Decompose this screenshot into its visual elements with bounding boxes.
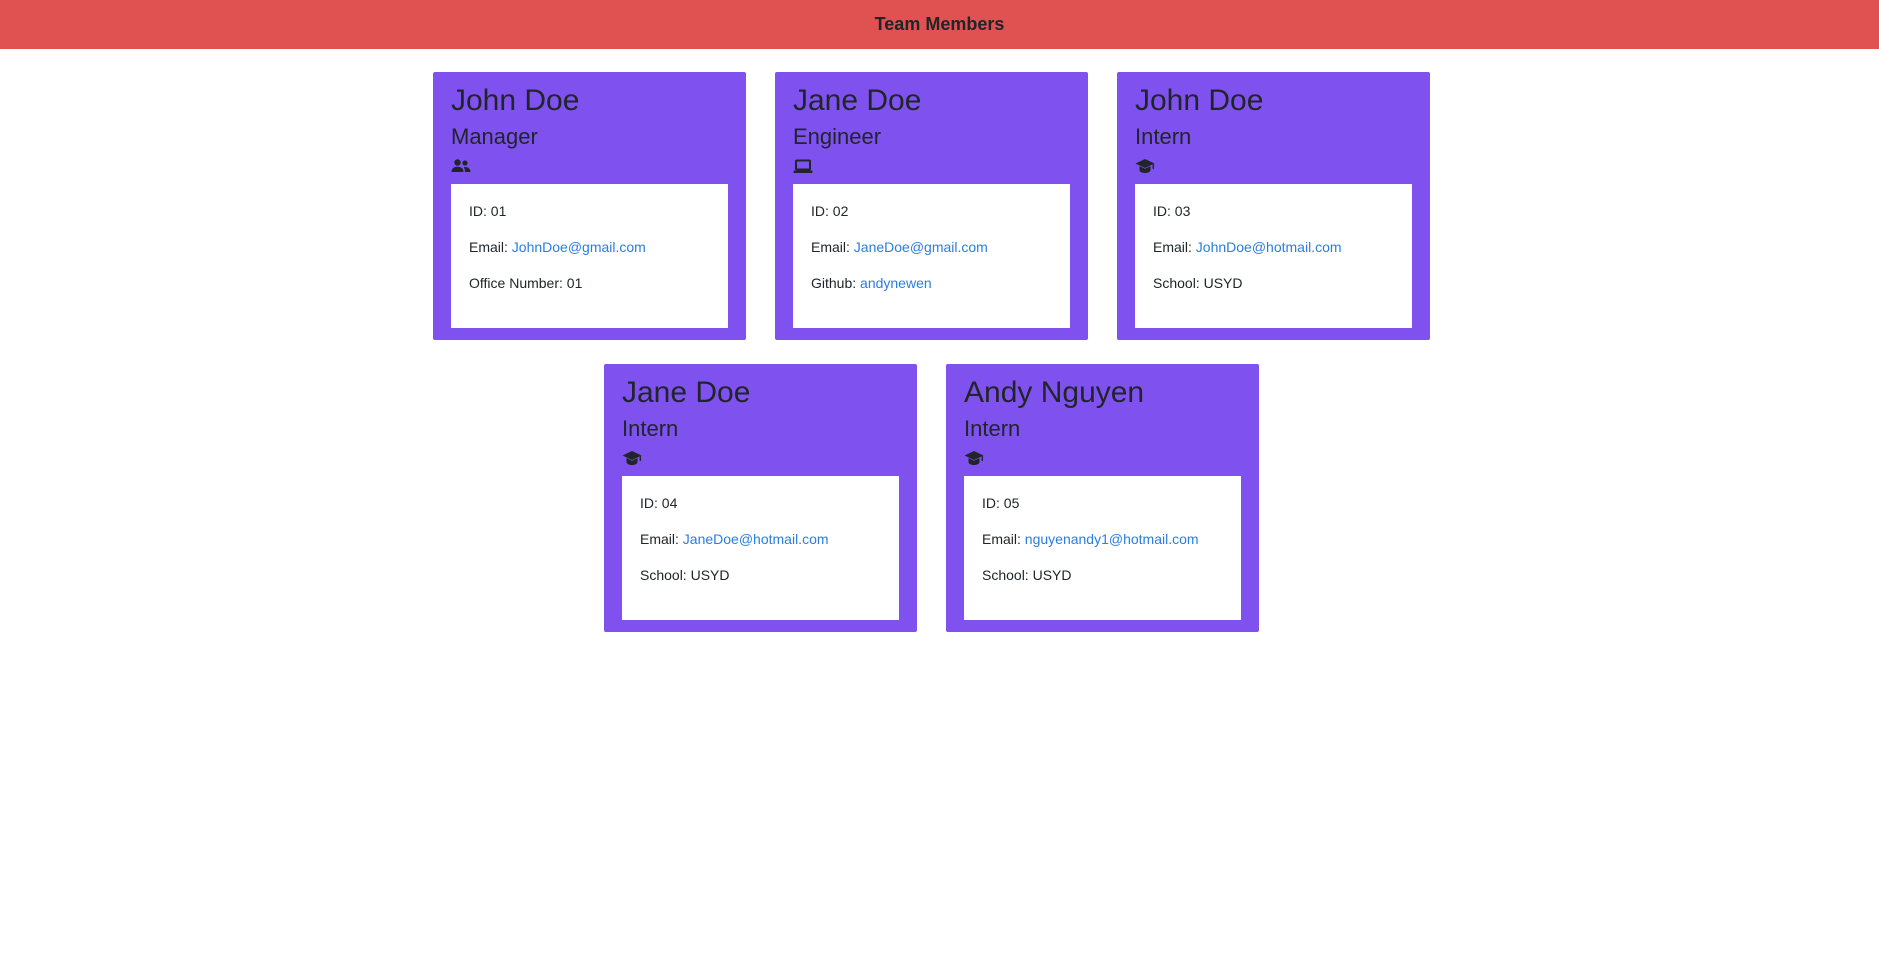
people-icon: [451, 158, 471, 176]
office-number-row: Office Number: 01: [469, 274, 710, 292]
member-card: Andy Nguyen Intern ID: 05 Email: nguyena…: [946, 364, 1259, 632]
school-row: School: USYD: [982, 566, 1223, 584]
id-label: ID:: [811, 203, 829, 219]
member-name: Jane Doe: [622, 376, 751, 409]
id-value: 01: [490, 203, 507, 219]
school-value: USYD: [690, 567, 730, 583]
member-id-row: ID: 03: [1153, 202, 1394, 220]
email-label: Email:: [640, 531, 679, 547]
member-name: John Doe: [451, 84, 580, 117]
graduation-cap-icon: [964, 450, 984, 468]
school-label: School:: [640, 567, 687, 583]
school-row: School: USYD: [640, 566, 881, 584]
member-details: ID: 04 Email: JaneDoe@hotmail.com School…: [622, 476, 899, 620]
member-email-row: Email: JaneDoe@hotmail.com: [640, 530, 881, 548]
member-role: Manager: [451, 124, 538, 149]
member-email-row: Email: nguyenandy1@hotmail.com: [982, 530, 1223, 548]
office-number-value: 01: [566, 275, 583, 291]
email-link[interactable]: JohnDoe@gmail.com: [512, 239, 646, 255]
member-email-row: Email: JaneDoe@gmail.com: [811, 238, 1052, 256]
member-name: John Doe: [1135, 84, 1264, 117]
member-role: Intern: [622, 416, 679, 441]
id-value: 05: [1003, 495, 1020, 511]
member-id-row: ID: 02: [811, 202, 1052, 220]
github-link[interactable]: andynewen: [860, 275, 932, 291]
member-email-row: Email: JohnDoe@hotmail.com: [1153, 238, 1394, 256]
header-bar: Team Members: [0, 0, 1879, 49]
member-id-row: ID: 05: [982, 494, 1223, 512]
member-id-row: ID: 01: [469, 202, 710, 220]
member-card: Jane Doe Engineer ID: 02 Email: JaneDoe@…: [775, 72, 1088, 340]
member-card: John Doe Manager ID: 01 Email: JohnDoe@g…: [433, 72, 746, 340]
id-value: 03: [1174, 203, 1191, 219]
email-label: Email:: [1153, 239, 1192, 255]
school-row: School: USYD: [1153, 274, 1394, 292]
github-label: Github:: [811, 275, 857, 291]
id-label: ID:: [640, 495, 658, 511]
id-value: 02: [832, 203, 849, 219]
member-card: Jane Doe Intern ID: 04 Email: JaneDoe@ho…: [604, 364, 917, 632]
id-value: 04: [661, 495, 678, 511]
member-id-row: ID: 04: [640, 494, 881, 512]
school-label: School:: [982, 567, 1029, 583]
member-card: John Doe Intern ID: 03 Email: JohnDoe@ho…: [1117, 72, 1430, 340]
email-link[interactable]: nguyenandy1@hotmail.com: [1025, 531, 1199, 547]
member-role: Intern: [964, 416, 1021, 441]
member-role: Intern: [1135, 124, 1192, 149]
member-email-row: Email: JohnDoe@gmail.com: [469, 238, 710, 256]
email-label: Email:: [811, 239, 850, 255]
page-title: Team Members: [874, 14, 1005, 34]
email-label: Email:: [982, 531, 1021, 547]
id-label: ID:: [469, 203, 487, 219]
graduation-cap-icon: [622, 450, 642, 468]
member-name: Jane Doe: [793, 84, 922, 117]
email-link[interactable]: JohnDoe@hotmail.com: [1196, 239, 1342, 255]
id-label: ID:: [982, 495, 1000, 511]
github-row: Github: andynewen: [811, 274, 1052, 292]
laptop-icon: [793, 158, 813, 176]
member-role: Engineer: [793, 124, 882, 149]
member-name: Andy Nguyen: [964, 376, 1145, 409]
email-link[interactable]: JaneDoe@gmail.com: [854, 239, 988, 255]
member-details: ID: 05 Email: nguyenandy1@hotmail.com Sc…: [964, 476, 1241, 620]
graduation-cap-icon: [1135, 158, 1155, 176]
email-link[interactable]: JaneDoe@hotmail.com: [683, 531, 829, 547]
member-details: ID: 03 Email: JohnDoe@hotmail.com School…: [1135, 184, 1412, 328]
member-details: ID: 02 Email: JaneDoe@gmail.com Github: …: [793, 184, 1070, 328]
school-value: USYD: [1032, 567, 1072, 583]
office-number-label: Office Number:: [469, 275, 563, 291]
school-label: School:: [1153, 275, 1200, 291]
email-label: Email:: [469, 239, 508, 255]
school-value: USYD: [1203, 275, 1243, 291]
id-label: ID:: [1153, 203, 1171, 219]
member-details: ID: 01 Email: JohnDoe@gmail.com Office N…: [451, 184, 728, 328]
